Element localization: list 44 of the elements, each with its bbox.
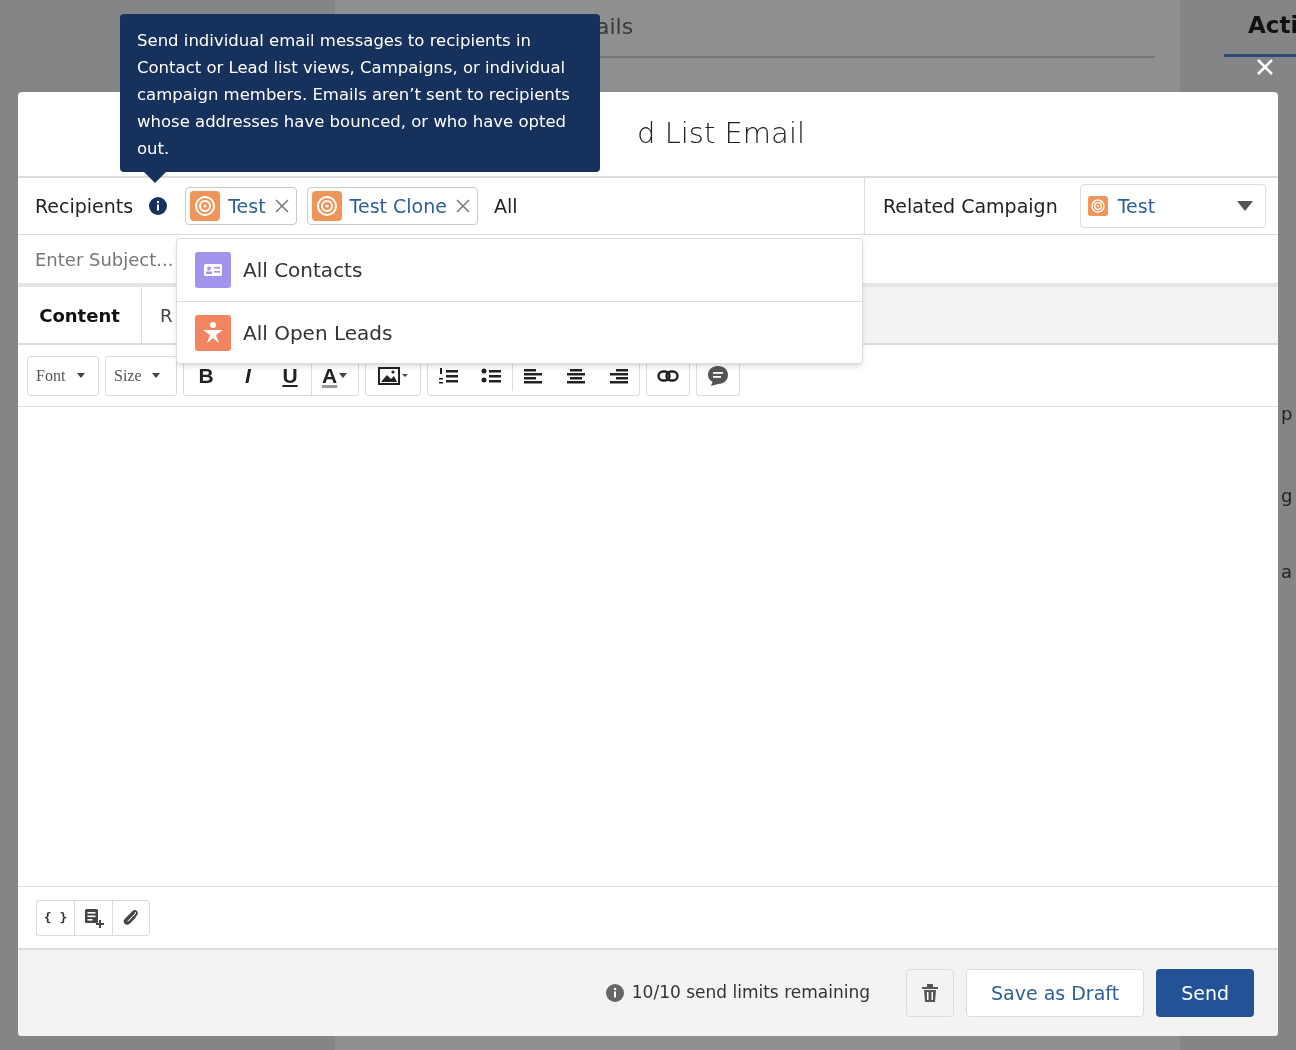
campaign-combobox[interactable]: Test — [1079, 184, 1266, 228]
campaign-icon — [1087, 196, 1108, 216]
align-right-icon — [608, 366, 629, 385]
tooltip-text: Send individual email messages to recipients in Contact or Lead list views, Campaigns, or individual campaign members. Emails aren’t sent to recipients whose addresses have bounced, or who have opted out. — [137, 30, 571, 160]
campaign-icon — [190, 191, 221, 221]
info-icon — [605, 984, 624, 1002]
align-left-icon — [524, 366, 545, 385]
align-center-icon — [566, 366, 587, 385]
font-select[interactable]: Font — [27, 355, 99, 396]
recipients-label: Recipients — [35, 193, 134, 219]
remove-icon[interactable] — [273, 198, 290, 214]
caret-icon — [77, 373, 86, 378]
numbered-list-icon — [439, 366, 460, 385]
recipients-input[interactable]: All — [493, 191, 794, 221]
caret-icon — [1236, 201, 1253, 211]
document-plus-icon — [83, 907, 104, 928]
background-text: Acti — [1248, 11, 1296, 40]
related-campaign-label: Related Campaign — [883, 193, 1058, 219]
trash-icon — [922, 984, 938, 1002]
background-text: g — [1281, 484, 1293, 508]
recipient-pill[interactable]: Test — [185, 187, 297, 225]
bulleted-list-icon — [481, 366, 502, 385]
modal-title: d List Email — [637, 115, 805, 153]
campaign-icon — [311, 191, 342, 221]
remove-icon[interactable] — [454, 198, 471, 214]
size-select[interactable]: Size — [105, 355, 177, 396]
caret-icon — [339, 373, 348, 378]
contact-card-icon — [195, 252, 231, 288]
save-draft-button[interactable]: Save as Draft — [966, 969, 1145, 1017]
info-icon — [149, 197, 168, 215]
caret-icon — [151, 373, 160, 378]
background-text: a — [1281, 560, 1293, 584]
paperclip-icon — [121, 907, 141, 928]
suggestion-item[interactable]: All Open Leads — [177, 301, 862, 363]
image-icon — [378, 366, 409, 385]
background-text: p — [1281, 402, 1293, 426]
send-limit-text: 10/10 send limits remaining — [631, 981, 870, 1005]
tab[interactable]: Content — [18, 287, 142, 343]
background-tab-underline — [1224, 54, 1296, 57]
recipient-pill[interactable]: Test Clone — [306, 187, 478, 225]
delete-button[interactable] — [906, 969, 954, 1017]
speech-bubble-icon — [707, 364, 730, 387]
link-icon — [657, 369, 680, 382]
send-button[interactable]: Send — [1156, 969, 1254, 1017]
